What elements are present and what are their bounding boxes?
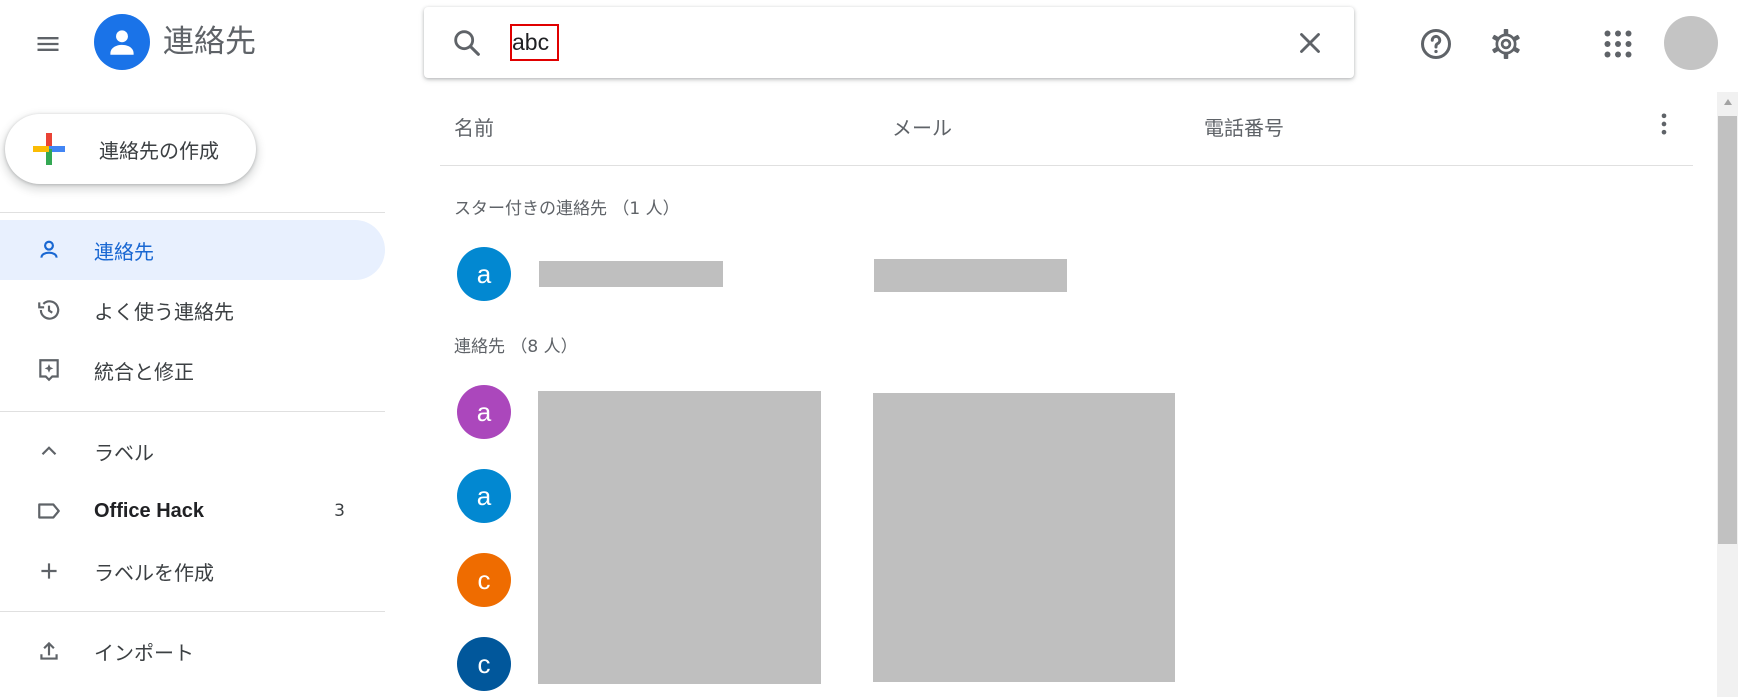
sidebar-item-import[interactable]: インポート: [0, 621, 385, 681]
scrollbar-thumb[interactable]: [1718, 116, 1737, 544]
create-contact-label: 連絡先の作成: [99, 138, 219, 163]
sidebar-item-contacts[interactable]: 連絡先: [0, 220, 385, 280]
contacts-logo[interactable]: [94, 14, 150, 70]
header-divider: [440, 165, 1693, 166]
more-vert-icon[interactable]: [1650, 110, 1678, 138]
apps-grid-icon[interactable]: [1600, 26, 1636, 62]
sidebar-item-label: 連絡先: [94, 239, 154, 264]
redacted-name: [539, 261, 723, 287]
sidebar-item-frequent[interactable]: よく使う連絡先: [0, 280, 385, 340]
chevron-up-icon: [36, 438, 62, 464]
merge-fix-icon: [36, 357, 62, 383]
search-input[interactable]: [510, 24, 862, 60]
scroll-up-arrow-icon[interactable]: [1717, 92, 1738, 112]
label-name: Office Hack: [94, 499, 205, 522]
sidebar-create-label[interactable]: ラベルを作成: [0, 541, 385, 601]
contact-avatar[interactable]: c: [457, 553, 511, 607]
column-header-name[interactable]: 名前: [454, 112, 494, 141]
plus-icon: [33, 133, 65, 165]
sidebar-divider: [0, 411, 385, 412]
sidebar-item-label: よく使う連絡先: [94, 299, 234, 324]
sidebar-item-office-hack[interactable]: Office Hack 3: [0, 481, 385, 541]
create-contact-button[interactable]: 連絡先の作成: [5, 114, 256, 184]
contact-avatar[interactable]: a: [457, 247, 511, 301]
plus-icon: [36, 558, 62, 584]
import-label: インポート: [94, 640, 194, 665]
label-icon: [36, 498, 62, 524]
create-label-text: ラベルを作成: [94, 560, 214, 585]
column-header-phone[interactable]: 電話番号: [1204, 112, 1284, 141]
sidebar-item-label: 統合と修正: [94, 359, 194, 384]
person-icon: [110, 30, 134, 55]
starred-section-header: スター付きの連絡先 （1 人）: [454, 199, 680, 219]
sidebar-item-merge-fix[interactable]: 統合と修正: [0, 340, 385, 400]
history-icon: [36, 297, 62, 323]
label-count: 3: [334, 501, 345, 521]
labels-header: ラベル: [94, 440, 154, 465]
gear-icon[interactable]: [1488, 26, 1524, 62]
main-menu-button[interactable]: [28, 24, 68, 64]
redacted-names-block: [538, 391, 821, 684]
search-bar[interactable]: [424, 7, 1354, 78]
sidebar-divider: [0, 611, 385, 612]
contact-avatar[interactable]: a: [457, 385, 511, 439]
contact-avatar[interactable]: c: [457, 637, 511, 691]
app-title: 連絡先: [163, 24, 256, 60]
contact-avatar[interactable]: a: [457, 469, 511, 523]
column-header-email[interactable]: メール: [892, 112, 952, 141]
account-avatar[interactable]: [1664, 16, 1718, 70]
redacted-email: [874, 259, 1067, 292]
close-icon[interactable]: [1293, 26, 1327, 60]
upload-icon: [36, 638, 62, 664]
sidebar-labels-toggle[interactable]: ラベル: [0, 421, 385, 481]
person-outline-icon: [36, 237, 62, 263]
hamburger-menu-icon: [37, 37, 59, 51]
search-icon[interactable]: [450, 26, 484, 60]
sidebar-divider: [0, 212, 385, 213]
help-icon[interactable]: [1418, 26, 1454, 62]
redacted-emails-block: [873, 393, 1175, 682]
contacts-section-header: 連絡先 （8 人）: [454, 337, 578, 357]
